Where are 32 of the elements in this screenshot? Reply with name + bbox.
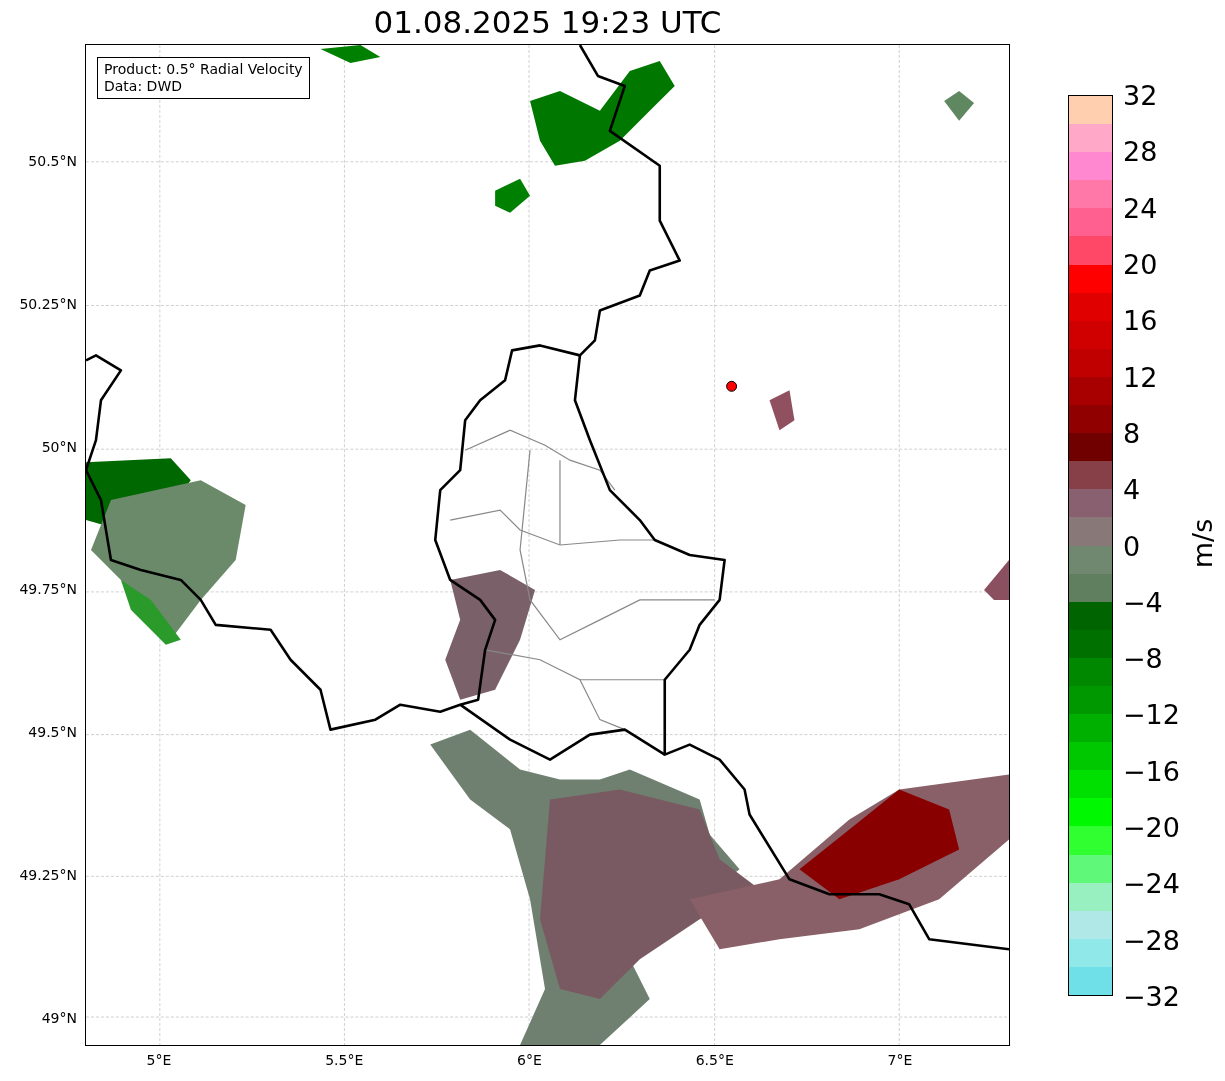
colorbar-tick-label: −20 xyxy=(1123,811,1180,843)
info-box: Product: 0.5° Radial Velocity Data: DWD xyxy=(97,57,310,99)
axis-tick-label: 6.5°E xyxy=(695,1052,734,1068)
colorbar-tick-label: 24 xyxy=(1123,192,1158,224)
axis-tick-label: 49.5°N xyxy=(28,724,77,741)
axis-tick-label: 49.25°N xyxy=(19,867,77,883)
colorbar-tick-label: 12 xyxy=(1123,361,1158,393)
colorbar-tick-label: 20 xyxy=(1123,248,1158,280)
colorbar-tick-label: 0 xyxy=(1123,530,1141,561)
colorbar-tick-label: −24 xyxy=(1123,867,1180,899)
colorbar-tick-label: −32 xyxy=(1123,980,1180,1012)
colorbar-tick-label: 8 xyxy=(1123,417,1141,449)
colorbar-tick-label: 4 xyxy=(1123,473,1141,505)
chart-title: 01.08.2025 19:23 UTC xyxy=(372,3,723,42)
axis-tick-label: 5°E xyxy=(146,1052,172,1068)
colorbar-label: m/s xyxy=(1187,518,1219,569)
colorbar-tick-label: 28 xyxy=(1123,135,1158,167)
axis-tick-label: 50.5°N xyxy=(28,153,77,169)
axis-tick-label: 6°E xyxy=(517,1052,542,1068)
colorbar-tick-label: −12 xyxy=(1123,698,1180,730)
colorbar-tick-label: 16 xyxy=(1123,304,1158,336)
axis-tick-label: 49.75°N xyxy=(19,581,77,598)
axis-tick-label: 5.5°E xyxy=(325,1052,364,1068)
axis-tick-label: 49°N xyxy=(41,1009,77,1026)
colorbar-tick-label: −8 xyxy=(1123,642,1163,674)
axis-tick-label: 50°N xyxy=(41,438,77,455)
axis-tick-label: 50.25°N xyxy=(19,295,77,312)
colorbar-tick-label: −28 xyxy=(1123,924,1180,956)
colorbar-tick-label: −4 xyxy=(1123,586,1163,618)
colorbar-tick-label: 32 xyxy=(1123,79,1158,111)
colorbar-tick-label: −16 xyxy=(1123,755,1180,787)
axis-tick-label: 7°E xyxy=(887,1052,913,1068)
